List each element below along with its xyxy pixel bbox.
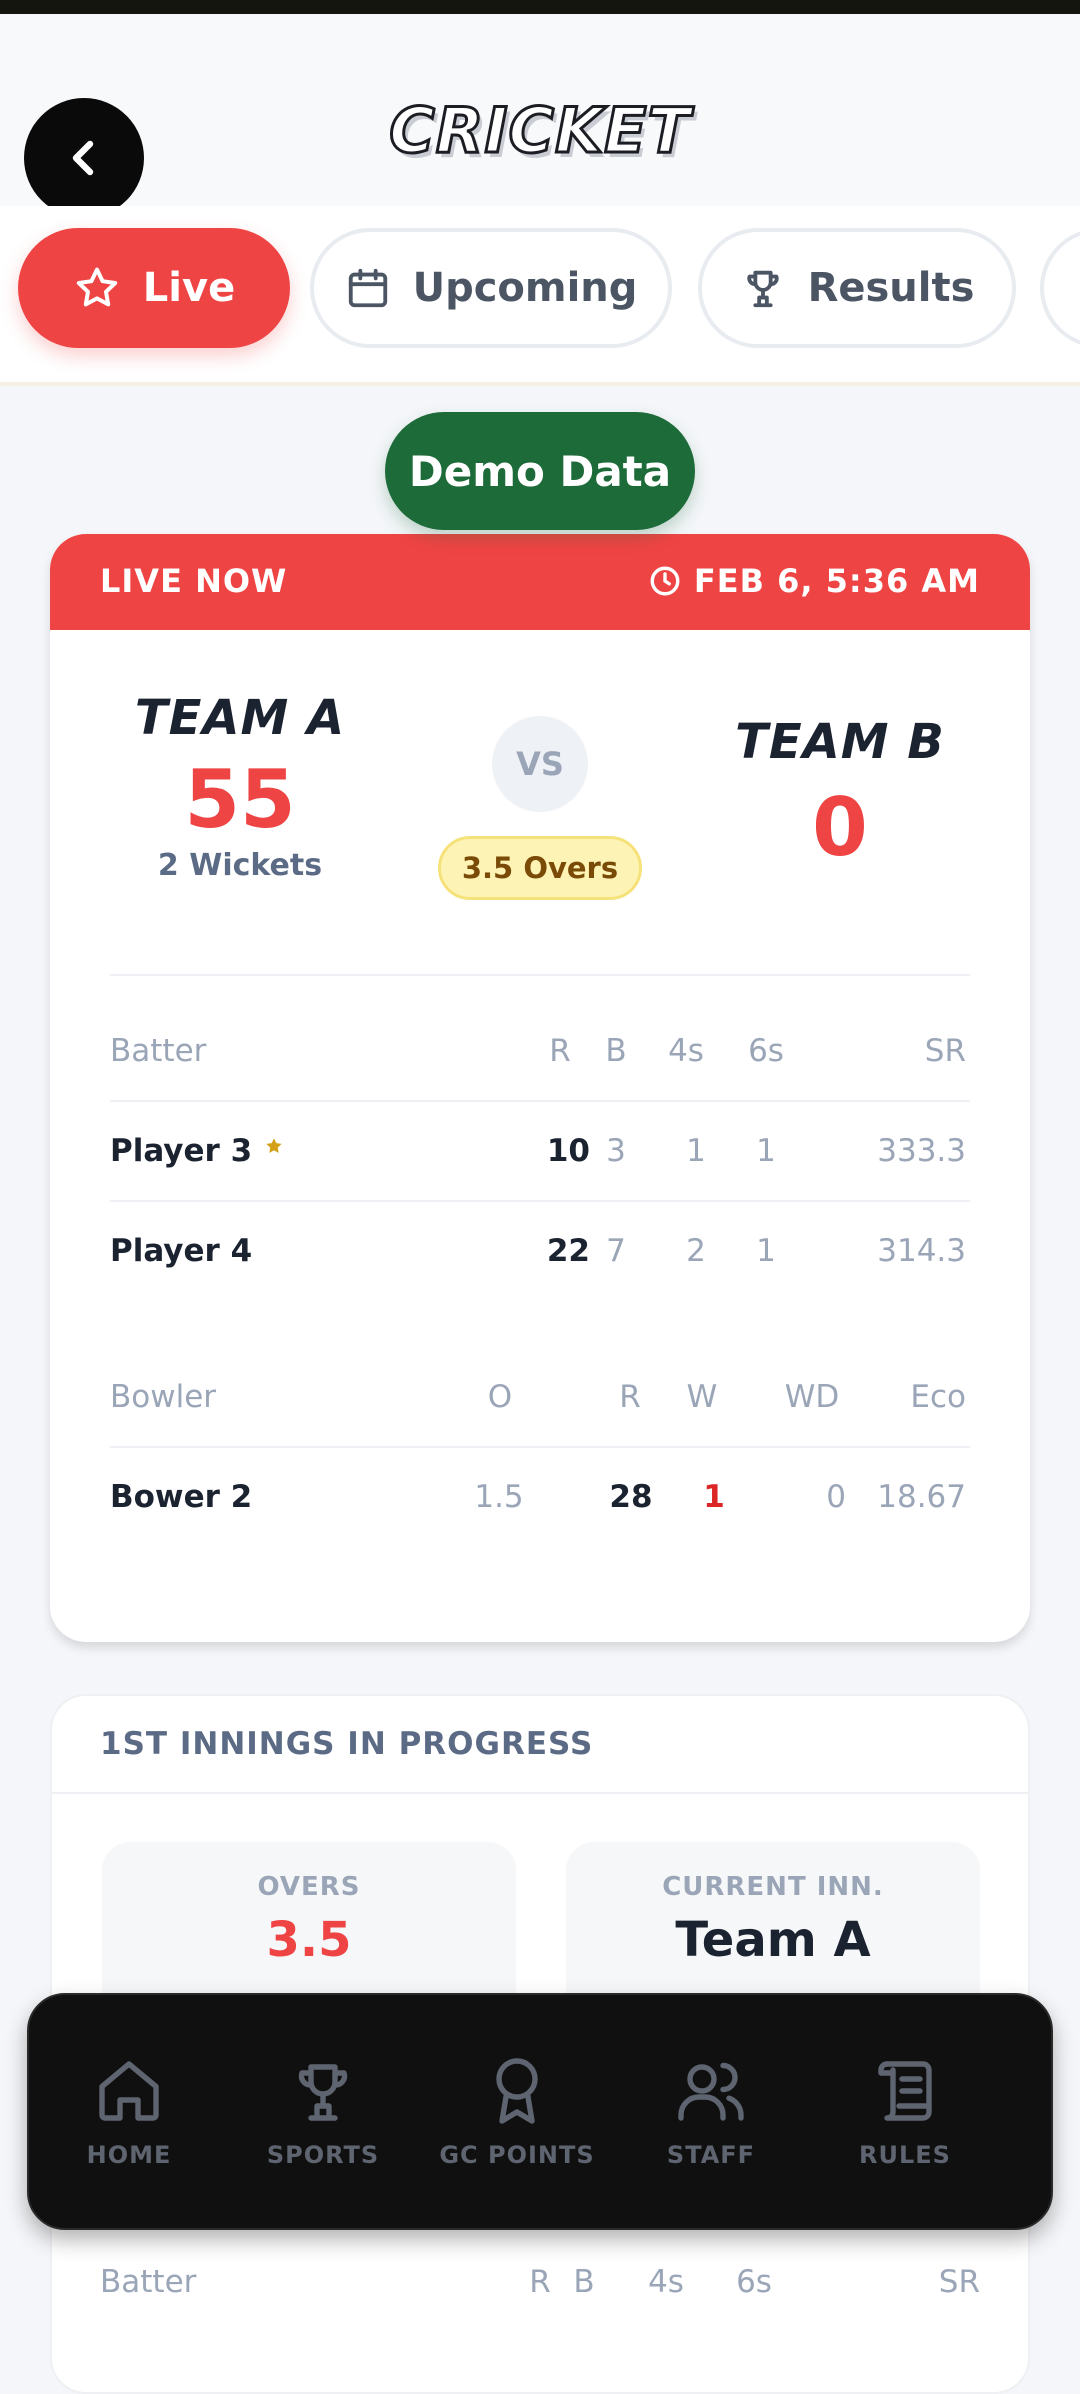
batter-name: Player 3	[110, 1102, 284, 1200]
bowler-wides: 0	[826, 1479, 846, 1515]
col-sixes: 6s	[736, 2264, 772, 2300]
divider	[110, 974, 970, 976]
nav-sports-label: SPORTS	[266, 2141, 380, 2169]
overs-stat-label: OVERS	[257, 1872, 361, 1902]
demo-data-badge: Demo Data	[385, 412, 695, 530]
batting-header-row: Batter R B 4s 6s SR	[110, 1002, 970, 1100]
users-icon	[678, 2062, 744, 2121]
calendar-icon	[348, 268, 387, 308]
batter-sr: 314.3	[877, 1233, 966, 1269]
col-balls: B	[605, 1033, 627, 1069]
live-card-header: LIVE NOW FEB 6, 5:36 AM	[50, 534, 1030, 630]
tab-results-label: Results	[807, 265, 975, 311]
innings-title: 1ST INNINGS IN PROGRESS	[100, 1726, 594, 1762]
chevron-left-icon	[72, 140, 94, 176]
batter-balls: 3	[606, 1133, 626, 1169]
nav-home-label: HOME	[86, 2141, 172, 2169]
team-a-wickets: 2 Wickets	[157, 848, 323, 883]
nav-rules-label: RULES	[859, 2141, 951, 2169]
bowler-overs: 1.5	[474, 1479, 524, 1515]
divider	[52, 1792, 1028, 1794]
home-icon	[99, 2061, 159, 2121]
tab-more[interactable]	[1040, 228, 1080, 348]
col-batter: Batter	[110, 1033, 207, 1069]
bowler-eco: 18.67	[877, 1479, 966, 1515]
table-row: Player 4 22 7 2 1 314.3	[110, 1202, 970, 1300]
page-title: CRICKET	[388, 93, 692, 169]
nav-sports[interactable]: SPORTS	[226, 2055, 420, 2169]
back-button[interactable]	[24, 98, 144, 218]
col-runs: R	[619, 1379, 641, 1415]
tab-results[interactable]: Results	[698, 228, 1016, 348]
innings-batting-header: Batter R B 4s 6s SR	[100, 2254, 980, 2314]
overs-stat-value: 3.5	[266, 1912, 352, 1968]
bottom-nav: HOME SPORTS GC POINTS STAFF RULES	[27, 1993, 1053, 2230]
batter-balls: 7	[606, 1233, 626, 1269]
tab-live[interactable]: Live	[18, 228, 290, 348]
batter-fours: 2	[686, 1233, 706, 1269]
nav-rules[interactable]: RULES	[808, 2055, 1002, 2169]
team-b-name: TEAM B	[735, 714, 945, 770]
col-sixes: 6s	[748, 1033, 784, 1069]
clock-icon	[650, 566, 680, 596]
match-time: FEB 6, 5:36 AM	[648, 562, 980, 600]
col-balls: B	[573, 2264, 595, 2300]
vs-badge: VS	[492, 716, 588, 812]
star-icon	[76, 267, 117, 307]
col-batter: Batter	[100, 2264, 197, 2300]
bowler-name: Bower 2	[110, 1479, 253, 1515]
col-eco: Eco	[910, 1379, 966, 1415]
sport-tabs: Live Upcoming Results	[0, 206, 1080, 386]
tab-upcoming[interactable]: Upcoming	[310, 228, 672, 348]
col-runs: R	[549, 1033, 571, 1069]
team-b: TEAM B 0	[710, 714, 970, 872]
on-strike-icon	[266, 1138, 282, 1153]
batter-fours: 1	[686, 1133, 706, 1169]
team-a: TEAM A 55 2 Wickets	[110, 690, 370, 883]
batter-name-text: Player 3	[110, 1133, 253, 1169]
col-sr: SR	[938, 2264, 980, 2300]
page-header: CRICKET	[0, 14, 1080, 206]
tab-live-label: Live	[142, 265, 236, 311]
current-innings-value: Team A	[675, 1912, 871, 1968]
bowler-wickets: 1	[703, 1479, 725, 1515]
nav-gc-points-label: GC POINTS	[439, 2141, 595, 2169]
batter-sixes: 1	[756, 1233, 776, 1269]
status-bar	[0, 0, 1080, 14]
batter-sr: 333.3	[877, 1133, 966, 1169]
award-icon	[496, 2058, 538, 2124]
nav-staff[interactable]: STAFF	[614, 2055, 808, 2169]
nav-staff-label: STAFF	[666, 2141, 756, 2169]
trophy-icon	[298, 2064, 348, 2121]
team-a-score: 55	[184, 753, 296, 846]
bowler-runs: 28	[609, 1479, 653, 1515]
team-b-score: 0	[812, 781, 868, 874]
col-fours: 4s	[648, 2264, 684, 2300]
col-overs: O	[487, 1379, 513, 1415]
scroll-icon	[878, 2061, 932, 2121]
overs-badge: 3.5 Overs	[438, 836, 642, 900]
current-innings-label: CURRENT INN.	[662, 1872, 884, 1902]
batter-runs: 10	[546, 1133, 590, 1169]
nav-home[interactable]: HOME	[32, 2055, 226, 2169]
tab-upcoming-label: Upcoming	[412, 265, 638, 311]
table-row: Bower 2 1.5 28 1 0 18.67	[110, 1448, 970, 1546]
live-match-card[interactable]: LIVE NOW FEB 6, 5:36 AM TEAM A 55 2 Wick…	[50, 534, 1030, 1642]
batter-sixes: 1	[756, 1133, 776, 1169]
bowling-header-row: Bowler O R W WD Eco	[110, 1348, 970, 1446]
match-time-text: FEB 6, 5:36 AM	[693, 562, 980, 600]
col-fours: 4s	[668, 1033, 704, 1069]
batter-name: Player 4	[110, 1233, 253, 1269]
col-bowler: Bowler	[110, 1379, 217, 1415]
trophy-icon	[746, 270, 779, 308]
col-wides: WD	[784, 1379, 840, 1415]
col-wickets: W	[686, 1379, 718, 1415]
col-sr: SR	[924, 1033, 966, 1069]
batter-runs: 22	[546, 1233, 590, 1269]
nav-gc-points[interactable]: GC POINTS	[420, 2055, 614, 2169]
live-status: LIVE NOW	[100, 562, 288, 600]
table-row: Player 3 10 3 1 1 333.3	[110, 1102, 970, 1200]
team-a-name: TEAM A	[134, 690, 346, 746]
